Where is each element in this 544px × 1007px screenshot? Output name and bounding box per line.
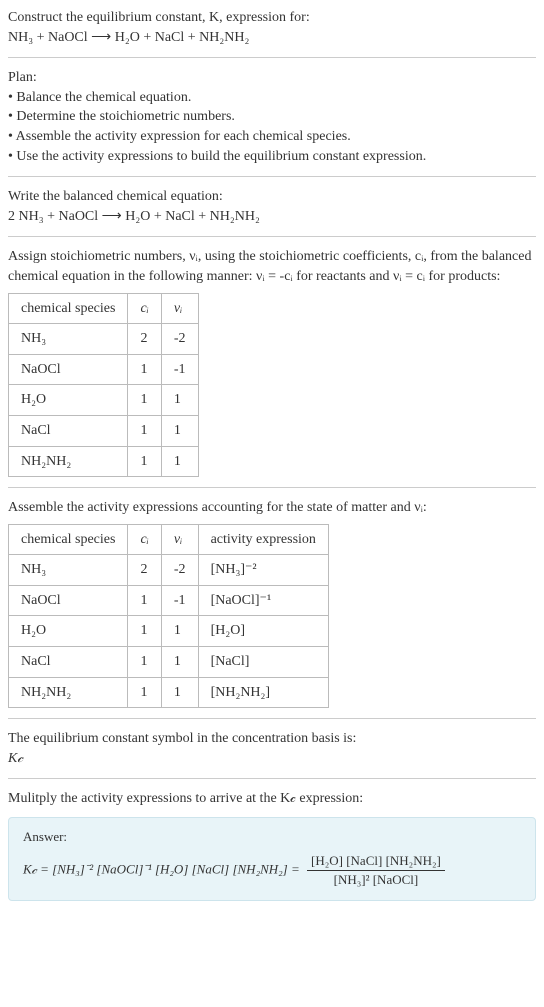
- cell-v: 1: [161, 616, 198, 647]
- cell-v: -1: [161, 354, 198, 385]
- cell-c: 1: [128, 585, 161, 616]
- header-section: Construct the equilibrium constant, K, e…: [8, 8, 536, 47]
- divider: [8, 778, 536, 779]
- cell-c: 1: [128, 385, 161, 416]
- assign-section: Assign stoichiometric numbers, νᵢ, using…: [8, 247, 536, 477]
- answer-box: Answer: K𝒸 = [NH₃]⁻² [NaOCl]⁻¹ [H₂O] [Na…: [8, 817, 536, 901]
- table-row: NH₂NH₂ 1 1: [9, 446, 199, 477]
- symbol-section: The equilibrium constant symbol in the c…: [8, 729, 536, 768]
- divider: [8, 487, 536, 488]
- cell-species: NaCl: [9, 647, 128, 678]
- cell-v: 1: [161, 677, 198, 708]
- cell-species: NH₂NH₂: [9, 446, 128, 477]
- cell-c: 1: [128, 446, 161, 477]
- divider: [8, 57, 536, 58]
- th-c: cᵢ: [128, 524, 161, 555]
- table-row: NaOCl 1 -1 [NaOCl]⁻¹: [9, 585, 329, 616]
- balanced-title: Write the balanced chemical equation:: [8, 187, 536, 207]
- cell-v: 1: [161, 446, 198, 477]
- assemble-table: chemical species cᵢ νᵢ activity expressi…: [8, 524, 329, 709]
- cell-v: 1: [161, 385, 198, 416]
- cell-activity: [NaOCl]⁻¹: [198, 585, 328, 616]
- symbol-text: The equilibrium constant symbol in the c…: [8, 729, 536, 749]
- cell-activity: [NH₂NH₂]: [198, 677, 328, 708]
- cell-c: 1: [128, 616, 161, 647]
- plan-section: Plan: • Balance the chemical equation. •…: [8, 68, 536, 166]
- assemble-text: Assemble the activity expressions accoun…: [8, 498, 536, 518]
- th-species: chemical species: [9, 293, 128, 324]
- cell-v: -1: [161, 585, 198, 616]
- cell-species: NaOCl: [9, 354, 128, 385]
- fraction-numerator: [H₂O] [NaCl] [NH₂NH₂]: [307, 852, 445, 871]
- th-species: chemical species: [9, 524, 128, 555]
- cell-v: 1: [161, 647, 198, 678]
- table-header-row: chemical species cᵢ νᵢ activity expressi…: [9, 524, 329, 555]
- table-row: NH₃ 2 -2 [NH₃]⁻²: [9, 555, 329, 586]
- cell-species: H₂O: [9, 616, 128, 647]
- answer-fraction: [H₂O] [NaCl] [NH₂NH₂] [NH₃]² [NaOCl]: [307, 852, 445, 889]
- plan-item: • Balance the chemical equation.: [8, 88, 536, 108]
- th-c: cᵢ: [128, 293, 161, 324]
- cell-species: NH₃: [9, 324, 128, 355]
- table-row: NaCl 1 1: [9, 415, 199, 446]
- plan-item: • Determine the stoichiometric numbers.: [8, 107, 536, 127]
- cell-v: 1: [161, 415, 198, 446]
- cell-v: -2: [161, 324, 198, 355]
- table-row: H₂O 1 1: [9, 385, 199, 416]
- answer-expression: K𝒸 = [NH₃]⁻² [NaOCl]⁻¹ [H₂O] [NaCl] [NH₂…: [23, 852, 521, 889]
- cell-species: NH₃: [9, 555, 128, 586]
- cell-species: H₂O: [9, 385, 128, 416]
- cell-activity: [NH₃]⁻²: [198, 555, 328, 586]
- table-row: NH₂NH₂ 1 1 [NH₂NH₂]: [9, 677, 329, 708]
- cell-c: 1: [128, 677, 161, 708]
- cell-c: 1: [128, 354, 161, 385]
- table-row: H₂O 1 1 [H₂O]: [9, 616, 329, 647]
- plan-title: Plan:: [8, 68, 536, 88]
- assemble-section: Assemble the activity expressions accoun…: [8, 498, 536, 708]
- multiply-text: Mulitply the activity expressions to arr…: [8, 789, 536, 809]
- answer-label: Answer:: [23, 828, 521, 846]
- cell-species: NH₂NH₂: [9, 677, 128, 708]
- symbol-kc: K𝒸: [8, 749, 536, 769]
- th-v: νᵢ: [161, 524, 198, 555]
- assign-table: chemical species cᵢ νᵢ NH₃ 2 -2 NaOCl 1 …: [8, 293, 199, 478]
- cell-activity: [H₂O]: [198, 616, 328, 647]
- th-activity: activity expression: [198, 524, 328, 555]
- balanced-equation: 2 NH₃ + NaOCl ⟶ H₂O + NaCl + NH₂NH₂: [8, 207, 536, 227]
- plan-item: • Assemble the activity expression for e…: [8, 127, 536, 147]
- prompt-line: Construct the equilibrium constant, K, e…: [8, 8, 536, 28]
- divider: [8, 176, 536, 177]
- cell-activity: [NaCl]: [198, 647, 328, 678]
- assign-text: Assign stoichiometric numbers, νᵢ, using…: [8, 247, 536, 286]
- multiply-section: Mulitply the activity expressions to arr…: [8, 789, 536, 809]
- answer-lhs: K𝒸 = [NH₃]⁻² [NaOCl]⁻¹ [H₂O] [NaCl] [NH₂…: [23, 862, 303, 877]
- divider: [8, 718, 536, 719]
- cell-c: 1: [128, 415, 161, 446]
- prompt-text: Construct the equilibrium constant, K, e…: [8, 10, 310, 25]
- table-row: NaCl 1 1 [NaCl]: [9, 647, 329, 678]
- header-equation: NH₃ + NaOCl ⟶ H₂O + NaCl + NH₂NH₂: [8, 28, 536, 48]
- th-v: νᵢ: [161, 293, 198, 324]
- cell-c: 1: [128, 647, 161, 678]
- plan-item: • Use the activity expressions to build …: [8, 147, 536, 167]
- table-row: NaOCl 1 -1: [9, 354, 199, 385]
- fraction-denominator: [NH₃]² [NaOCl]: [307, 871, 445, 889]
- cell-species: NaOCl: [9, 585, 128, 616]
- cell-c: 2: [128, 555, 161, 586]
- cell-c: 2: [128, 324, 161, 355]
- table-header-row: chemical species cᵢ νᵢ: [9, 293, 199, 324]
- table-row: NH₃ 2 -2: [9, 324, 199, 355]
- cell-v: -2: [161, 555, 198, 586]
- balanced-section: Write the balanced chemical equation: 2 …: [8, 187, 536, 226]
- divider: [8, 236, 536, 237]
- cell-species: NaCl: [9, 415, 128, 446]
